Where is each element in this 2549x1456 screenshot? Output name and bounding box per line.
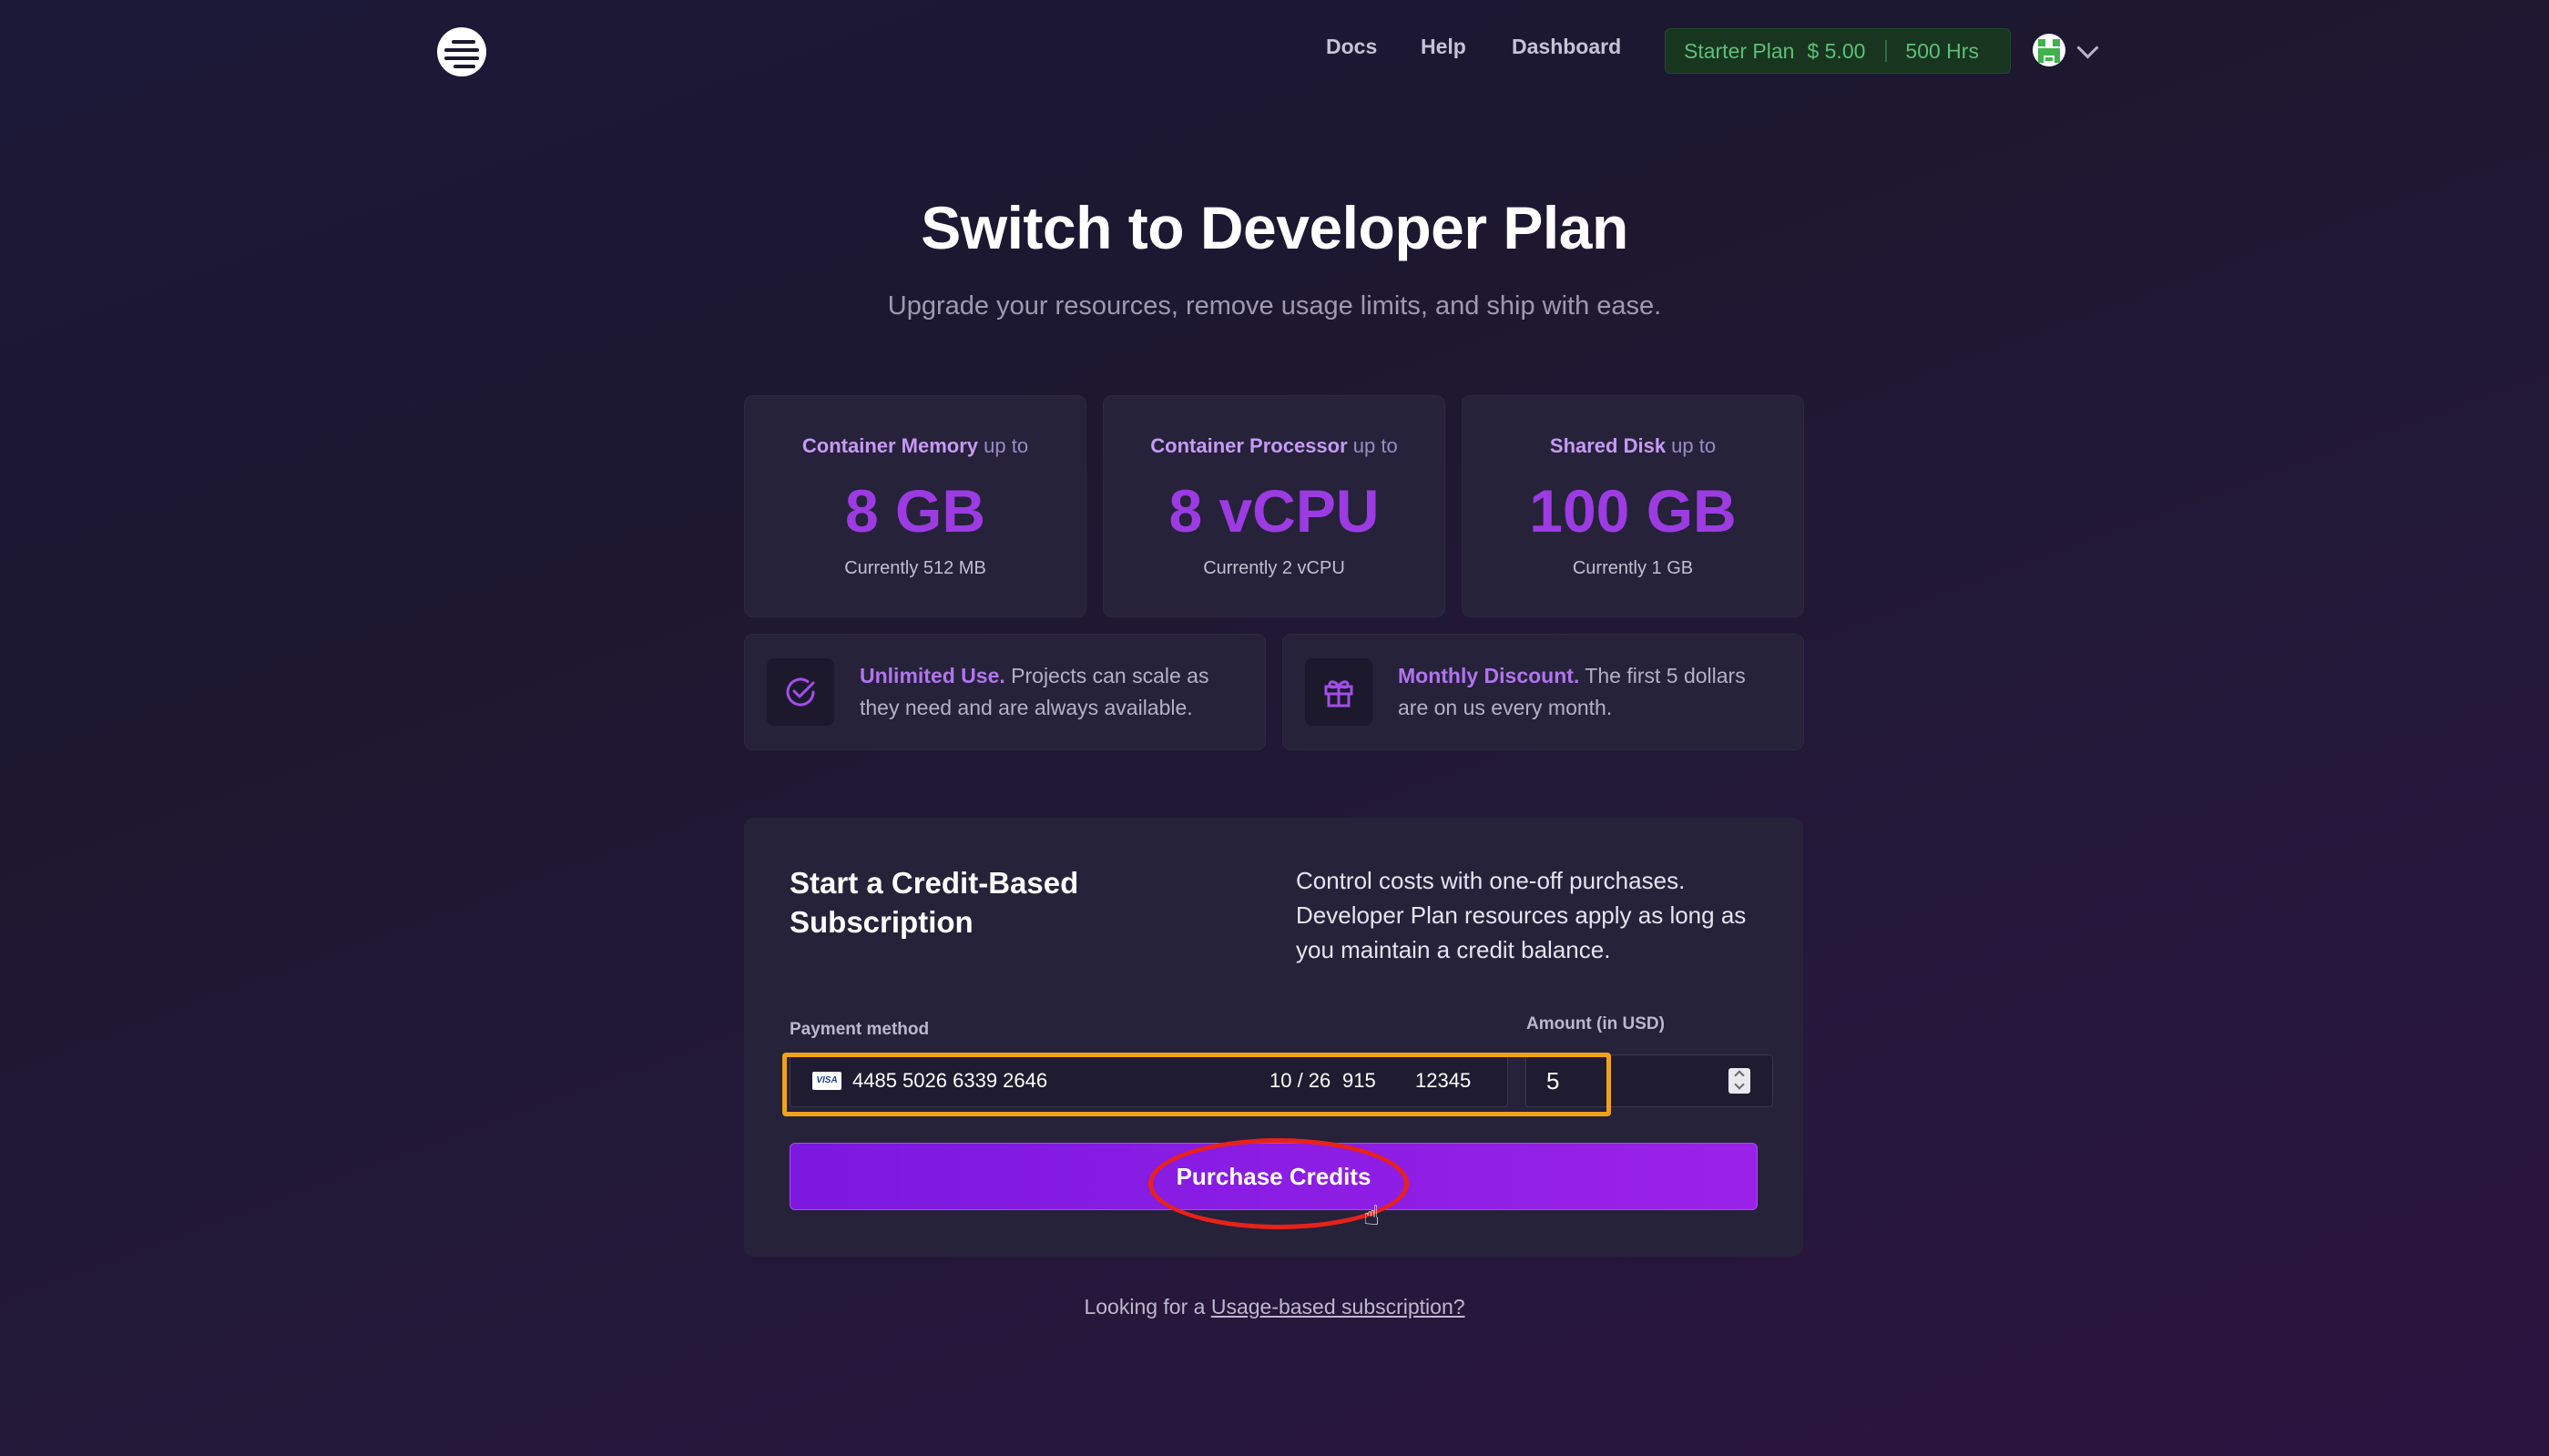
feature-text: Monthly Discount. The first 5 dollars ar… <box>1398 664 1746 719</box>
feature-card-unlimited: Unlimited Use. Projects can scale as the… <box>744 634 1266 750</box>
stat-current: Currently 512 MB <box>844 558 986 578</box>
stat-value: 8 GB <box>844 477 986 545</box>
amount-input[interactable]: 5 <box>1525 1054 1773 1107</box>
card-zip-input[interactable]: 12345 <box>1415 1069 1471 1093</box>
stat-value: 100 GB <box>1529 477 1737 545</box>
stat-current: Currently 1 GB <box>1572 558 1694 578</box>
nav-docs-link[interactable]: Docs <box>1326 35 1377 59</box>
stat-card-processor: Container Processor up to 8 vCPU Current… <box>1103 395 1445 617</box>
stat-value: 8 vCPU <box>1168 477 1380 545</box>
feature-card-discount: Monthly Discount. The first 5 dollars ar… <box>1282 634 1804 750</box>
footer-note: Looking for a Usage-based subscription? <box>0 1295 2549 1319</box>
payment-method-label: Payment method <box>790 1020 930 1039</box>
check-circle-icon <box>767 658 834 726</box>
plan-name: Starter Plan <box>1684 38 1795 63</box>
nav-dashboard-link[interactable]: Dashboard <box>1512 35 1621 59</box>
plan-balance: $ 5.00 <box>1807 38 1866 63</box>
amount-value: 5 <box>1546 1067 1560 1095</box>
user-avatar[interactable] <box>2033 34 2065 66</box>
page-title: Switch to Developer Plan <box>921 194 1628 261</box>
footer-prefix: Looking for a <box>1084 1295 1211 1319</box>
stat-label: Container Memory up to <box>801 434 1029 457</box>
stat-card-memory: Container Memory up to 8 GB Currently 51… <box>744 395 1086 617</box>
plan-hours: 500 Hrs <box>1905 38 1979 63</box>
amount-label: Amount (in USD) <box>1526 1014 1665 1033</box>
stat-label: Container Processor up to <box>1150 434 1398 457</box>
payment-method-field[interactable]: VISA 4485 5026 6339 2646 10 / 26 915 123… <box>790 1054 1508 1107</box>
card-cvc-input[interactable]: 915 <box>1342 1069 1376 1093</box>
purchase-credits-button[interactable]: Purchase Credits <box>790 1143 1758 1210</box>
usage-based-subscription-link[interactable]: Usage-based subscription? <box>1211 1295 1465 1319</box>
card-number-input[interactable]: 4485 5026 6339 2646 <box>852 1069 1047 1093</box>
stat-card-disk: Shared Disk up to 100 GB Currently 1 GB <box>1462 395 1804 617</box>
nav-help-link[interactable]: Help <box>1421 35 1466 59</box>
subscription-description: Control costs with one-off purchases. De… <box>1296 867 1747 963</box>
gift-icon <box>1305 658 1372 726</box>
app-logo[interactable] <box>437 27 486 76</box>
current-plan-badge[interactable]: Starter Plan $ 5.00 500 Hrs <box>1665 28 2011 74</box>
subscription-title: Start a Credit-Based Subscription <box>790 866 1079 939</box>
chevron-down-icon[interactable] <box>2076 36 2099 59</box>
visa-card-icon: VISA <box>812 1072 841 1090</box>
feature-text: Unlimited Use. Projects can scale as the… <box>860 664 1209 719</box>
subscription-panel: Start a Credit-Based Subscription Contro… <box>744 818 1803 1257</box>
amount-stepper[interactable] <box>1728 1068 1750 1094</box>
card-expiry-input[interactable]: 10 / 26 <box>1269 1069 1331 1093</box>
page-subtitle: Upgrade your resources, remove usage lim… <box>887 291 1662 321</box>
stat-current: Currently 2 vCPU <box>1203 558 1345 578</box>
stat-label: Shared Disk up to <box>1549 434 1717 457</box>
